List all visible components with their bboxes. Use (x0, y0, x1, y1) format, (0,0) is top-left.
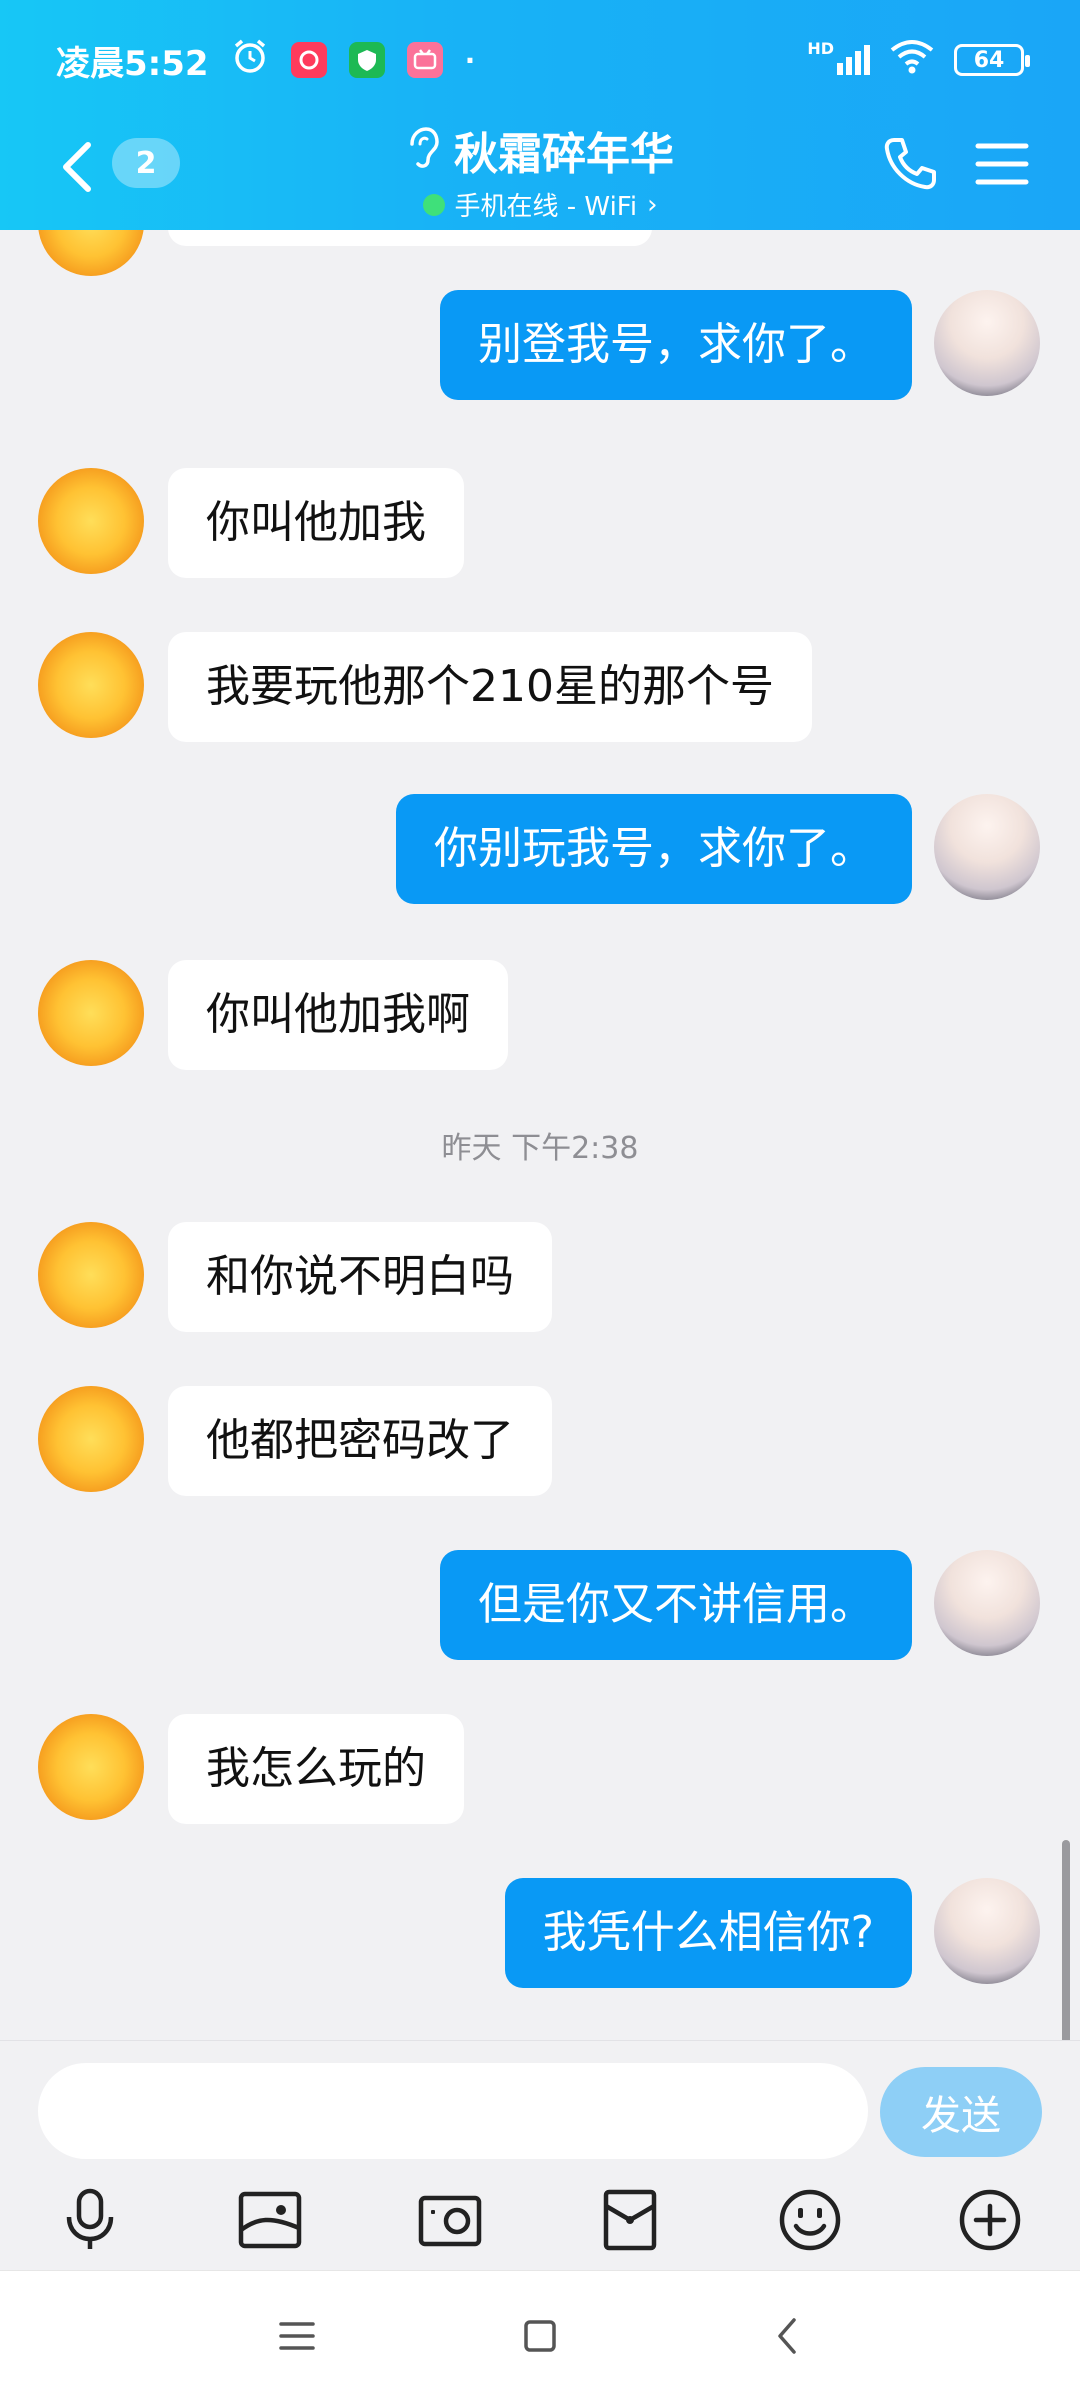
message-timestamp: 昨天 下午2:38 (441, 1131, 639, 1166)
message-bubble[interactable]: 他都把密码改了 (168, 1386, 552, 1496)
chevron-right-icon: › (647, 189, 658, 220)
message-bubble[interactable]: 和你说不明白吗 (168, 1222, 552, 1332)
message-bubble[interactable]: 我凭什么相信你? (504, 1878, 912, 1988)
signal-icon: HD (807, 39, 870, 75)
my-avatar[interactable] (934, 1550, 1040, 1656)
input-toolbar (0, 2175, 1080, 2271)
message-bubble[interactable] (168, 230, 652, 246)
shield-icon (348, 42, 385, 78)
message-input[interactable] (38, 2063, 868, 2159)
plus-icon (959, 2189, 1021, 2251)
status-bar: 凌晨5:52 · HD 64 (0, 0, 1080, 120)
contact-avatar[interactable] (38, 960, 144, 1066)
chat-header: 凌晨5:52 · HD 64 2 秋霜碎年华 手机在线 - WiFi › (0, 0, 1080, 230)
send-button[interactable]: 发送 (880, 2067, 1042, 2157)
contact-avatar[interactable] (38, 1222, 144, 1328)
phone-icon (884, 138, 936, 190)
photo-album-button[interactable] (225, 2175, 315, 2265)
battery-icon: 64 (954, 44, 1030, 76)
system-back-button[interactable] (752, 2301, 822, 2371)
notification-dot-icon: · (464, 43, 476, 77)
camera-icon (418, 2195, 482, 2247)
app-notification-icon (290, 42, 327, 78)
scrollbar[interactable] (1062, 1840, 1070, 2040)
emoji-button[interactable] (765, 2175, 855, 2265)
recent-apps-button[interactable] (262, 2301, 332, 2371)
message-bubble[interactable]: 我怎么玩的 (168, 1714, 464, 1824)
contact-avatar[interactable] (38, 468, 144, 574)
online-status-text: 手机在线 - WiFi (454, 192, 638, 222)
chat-title: 秋霜碎年华 (454, 129, 674, 180)
battery-level: 64 (973, 47, 1005, 73)
ear-icon (406, 126, 440, 174)
bilibili-icon (406, 42, 443, 78)
input-panel: 发送 (0, 2040, 1080, 2270)
my-avatar[interactable] (934, 290, 1040, 396)
message-list[interactable]: 别登我号，求你了。 你叫他加我 我要玩他那个210星的那个号 你别玩我号，求你了… (0, 230, 1080, 2040)
message-bubble[interactable]: 你别玩我号，求你了。 (396, 794, 912, 904)
microphone-icon (66, 2188, 114, 2249)
my-avatar[interactable] (934, 1878, 1040, 1984)
system-navigation-bar (0, 2270, 1080, 2400)
home-button[interactable] (505, 2301, 575, 2371)
contact-avatar[interactable] (38, 230, 144, 276)
voice-input-button[interactable] (45, 2175, 135, 2265)
back-triangle-icon (778, 2318, 796, 2354)
message-bubble[interactable]: 但是你又不讲信用。 (440, 1550, 912, 1660)
my-avatar[interactable] (934, 794, 1040, 900)
voice-call-button[interactable] (878, 132, 942, 202)
red-packet-button[interactable] (585, 2175, 675, 2265)
contact-avatar[interactable] (38, 1386, 144, 1492)
contact-avatar[interactable] (38, 632, 144, 738)
nav-bar: 2 秋霜碎年华 手机在线 - WiFi › (0, 110, 1080, 230)
emoji-icon (779, 2189, 841, 2251)
message-bubble[interactable]: 别登我号，求你了。 (440, 290, 912, 400)
camera-button[interactable] (405, 2175, 495, 2265)
square-icon (524, 2320, 556, 2352)
hamburger-menu-icon (975, 143, 1029, 185)
wifi-icon (890, 38, 934, 83)
alarm-icon (231, 37, 269, 84)
more-functions-button[interactable] (945, 2175, 1035, 2265)
network-label: HD (807, 39, 834, 58)
message-bubble[interactable]: 你叫他加我啊 (168, 960, 508, 1070)
image-icon (238, 2191, 302, 2249)
red-packet-icon (603, 2189, 657, 2251)
online-status-dot (422, 193, 445, 216)
message-bubble[interactable]: 你叫他加我 (168, 468, 464, 578)
more-menu-button[interactable] (974, 136, 1034, 196)
menu-lines-icon (279, 2322, 315, 2350)
contact-avatar[interactable] (38, 1714, 144, 1820)
message-bubble[interactable]: 我要玩他那个210星的那个号 (168, 632, 812, 742)
status-time: 凌晨5:52 (56, 43, 209, 84)
